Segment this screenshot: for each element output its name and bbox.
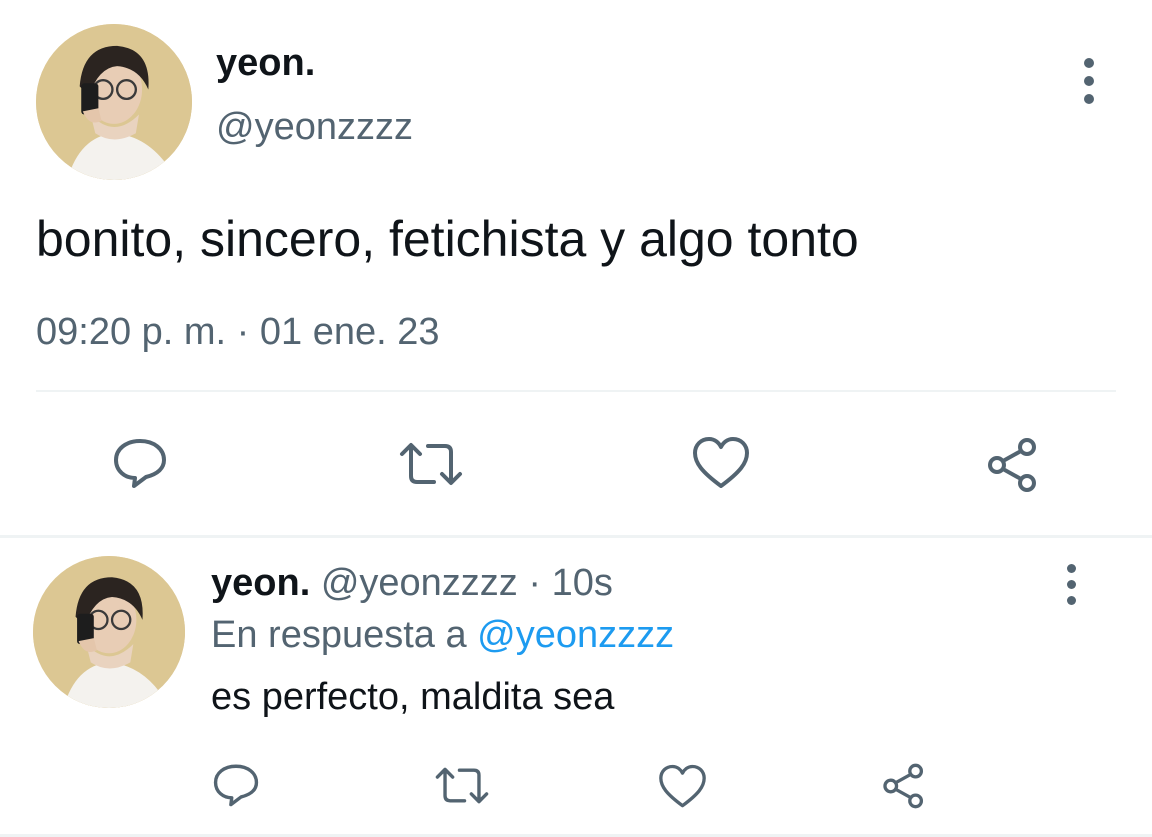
reply-to-mention[interactable]: @yeonzzzz (477, 614, 674, 656)
reply-more-options-button[interactable] (1059, 564, 1083, 605)
retweet-button[interactable] (398, 440, 464, 488)
share-button[interactable] (984, 436, 1042, 494)
more-options-button[interactable] (1077, 58, 1101, 104)
more-vertical-icon-dot (1066, 580, 1076, 589)
tweet-timestamp[interactable]: 09:20 p. m. · 01 ene. 23 (36, 311, 440, 354)
comment-icon (213, 764, 259, 807)
reply-button[interactable] (112, 436, 168, 490)
reply-author-handle[interactable]: @yeonzzzz (321, 562, 518, 604)
avatar-image (33, 556, 185, 708)
reply-context: En respuesta a @yeonzzzz (211, 614, 674, 657)
share-icon (988, 438, 1036, 492)
reply-avatar[interactable] (33, 556, 185, 708)
more-vertical-icon-dot (1066, 596, 1076, 605)
retweet-icon (400, 443, 462, 485)
reply-author-name[interactable]: yeon. (211, 562, 310, 604)
retweet-icon (435, 767, 489, 804)
reply-text: es perfecto, maldita sea (211, 676, 615, 718)
heart-icon (693, 437, 749, 488)
author-name[interactable]: yeon. (216, 42, 315, 85)
more-vertical-icon (1084, 58, 1094, 68)
avatar-image (36, 24, 192, 180)
reply-to-label: En respuesta a (211, 614, 467, 656)
tweet-text: bonito, sincero, fetichista y algo tonto (36, 211, 859, 267)
reply-reply-button[interactable] (212, 762, 260, 808)
more-vertical-icon-dot (1084, 94, 1094, 104)
heart-icon (659, 764, 706, 808)
reply-retweet-button[interactable] (434, 765, 490, 806)
like-button[interactable] (692, 436, 750, 490)
avatar[interactable] (36, 24, 192, 180)
more-vertical-icon-dot (1084, 76, 1094, 86)
reply-like-button[interactable] (658, 764, 707, 809)
reply-header: yeon. @yeonzzzz · 10s (211, 562, 613, 605)
divider (36, 390, 1116, 392)
reply-share-button[interactable] (880, 762, 928, 810)
separator (0, 535, 1152, 538)
author-handle[interactable]: @yeonzzzz (216, 106, 413, 149)
share-icon (883, 763, 924, 809)
reply-age: · 10s (528, 562, 613, 604)
comment-icon (114, 439, 166, 488)
more-vertical-icon (1066, 564, 1076, 573)
